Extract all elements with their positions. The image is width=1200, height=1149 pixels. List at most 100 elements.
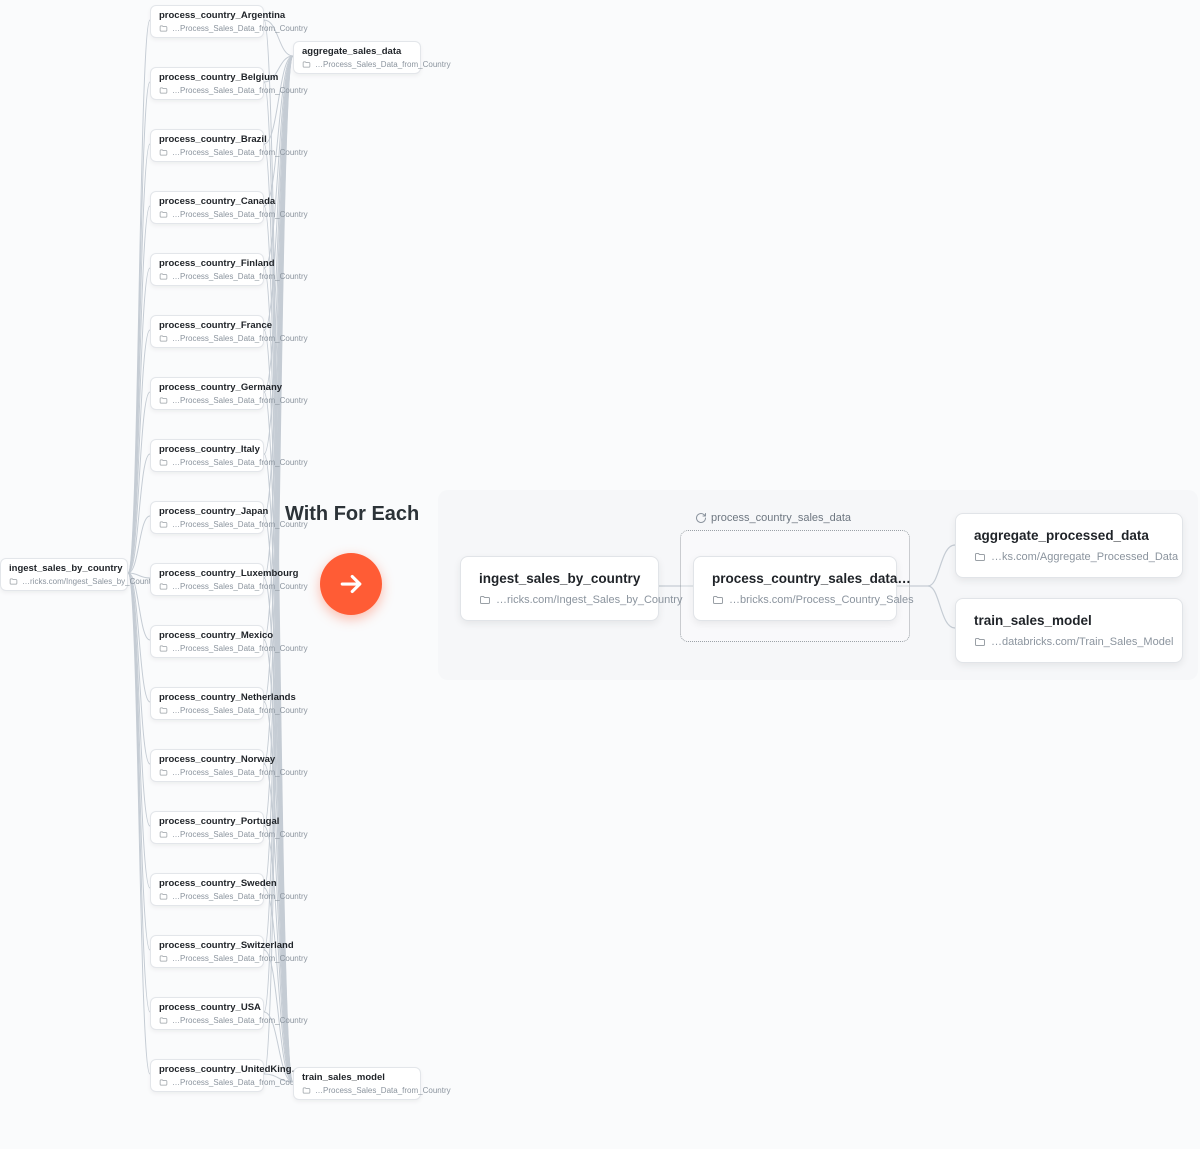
big-node-process[interactable]: process_country_sales_data… …bricks.com/… (693, 556, 897, 621)
node-country[interactable]: process_country_France…Process_Sales_Dat… (150, 315, 264, 348)
arrow-transform-icon (320, 553, 382, 615)
folder-icon (159, 334, 168, 343)
folder-icon (159, 1016, 168, 1025)
node-title: aggregate_sales_data (302, 46, 412, 57)
folder-icon (159, 644, 168, 653)
node-train[interactable]: train_sales_model …Process_Sales_Data_fr… (293, 1067, 421, 1100)
node-sub: …Process_Sales_Data_from_Country (172, 210, 308, 219)
folder-icon (159, 1078, 168, 1087)
node-sub: …Process_Sales_Data_from_Country (315, 1086, 451, 1095)
headline: With For Each (285, 503, 419, 526)
folder-icon (159, 210, 168, 219)
node-country[interactable]: process_country_Finland…Process_Sales_Da… (150, 253, 264, 286)
folder-icon (159, 706, 168, 715)
node-country[interactable]: process_country_Canada…Process_Sales_Dat… (150, 191, 264, 224)
node-title: process_country_Germany (159, 382, 255, 393)
node-country[interactable]: process_country_Portugal…Process_Sales_D… (150, 811, 264, 844)
node-country[interactable]: process_country_Belgium…Process_Sales_Da… (150, 67, 264, 100)
node-title: process_country_Brazil (159, 134, 255, 145)
node-title: process_country_Belgium (159, 72, 255, 83)
node-sub: …Process_Sales_Data_from_Country (172, 334, 308, 343)
node-sub: …Process_Sales_Data_from_Country (172, 24, 308, 33)
node-aggregate[interactable]: aggregate_sales_data …Process_Sales_Data… (293, 41, 421, 74)
node-title: process_country_Italy (159, 444, 255, 455)
node-country[interactable]: process_country_Japan…Process_Sales_Data… (150, 501, 264, 534)
folder-icon (159, 954, 168, 963)
node-country[interactable]: process_country_Germany…Process_Sales_Da… (150, 377, 264, 410)
node-title: process_country_France (159, 320, 255, 331)
folder-icon (712, 594, 724, 606)
node-sub: …Process_Sales_Data_from_Country (172, 148, 308, 157)
node-title: ingest_sales_by_country (9, 563, 119, 574)
folder-icon (159, 830, 168, 839)
for-each-label-text: process_country_sales_data (711, 512, 851, 524)
folder-icon (302, 1086, 311, 1095)
node-title: process_country_Canada (159, 196, 255, 207)
big-node-train[interactable]: train_sales_model …databricks.com/Train_… (955, 598, 1183, 663)
node-sub: …Process_Sales_Data_from_Country (315, 60, 451, 69)
node-title: process_country_Luxembourg (159, 568, 255, 579)
node-sub: …Process_Sales_Data_from_Country (172, 768, 308, 777)
node-title: train_sales_model (302, 1072, 412, 1083)
node-ingest-root[interactable]: ingest_sales_by_country …ricks.com/Inges… (0, 558, 128, 591)
folder-icon (159, 458, 168, 467)
folder-icon (159, 24, 168, 33)
for-each-label: process_country_sales_data (695, 512, 851, 524)
loop-icon (695, 512, 707, 524)
node-country[interactable]: process_country_Brazil…Process_Sales_Dat… (150, 129, 264, 162)
node-sub: …Process_Sales_Data_from_Country (172, 1016, 308, 1025)
node-title: process_country_Portugal (159, 816, 255, 827)
node-country[interactable]: process_country_Mexico…Process_Sales_Dat… (150, 625, 264, 658)
big-node-ingest[interactable]: ingest_sales_by_country …ricks.com/Inges… (460, 556, 659, 621)
node-sub: …Process_Sales_Data_from_Country (172, 396, 308, 405)
folder-icon (479, 594, 491, 606)
node-title: process_country_Netherlands (159, 692, 255, 703)
node-sub: …Process_Sales_Data_from_Country (172, 272, 308, 281)
node-country[interactable]: process_country_Switzerland…Process_Sale… (150, 935, 264, 968)
node-title: process_country_Mexico (159, 630, 255, 641)
node-title: train_sales_model (974, 613, 1164, 628)
folder-icon (159, 86, 168, 95)
node-sub: …Process_Sales_Data_from_Country (172, 830, 308, 839)
folder-icon (974, 551, 986, 563)
node-sub: …databricks.com/Train_Sales_Model (991, 636, 1173, 648)
folder-icon (302, 60, 311, 69)
node-country[interactable]: process_country_Italy…Process_Sales_Data… (150, 439, 264, 472)
node-sub: …ricks.com/Ingest_Sales_by_Country (496, 594, 682, 606)
folder-icon (159, 396, 168, 405)
node-sub: …ks.com/Aggregate_Processed_Data (991, 551, 1178, 563)
node-sub: …Process_Sales_Data_from_Country (172, 892, 308, 901)
node-country[interactable]: process_country_Luxembourg…Process_Sales… (150, 563, 264, 596)
node-country[interactable]: process_country_Sweden…Process_Sales_Dat… (150, 873, 264, 906)
folder-icon (9, 577, 18, 586)
folder-icon (159, 272, 168, 281)
node-title: process_country_Sweden (159, 878, 255, 889)
node-sub: …Process_Sales_Data_from_Country (172, 86, 308, 95)
node-title: process_country_sales_data… (712, 571, 878, 586)
node-title: ingest_sales_by_country (479, 571, 640, 586)
node-country[interactable]: process_country_UnitedKing……Process_Sale… (150, 1059, 264, 1092)
node-country[interactable]: process_country_USA…Process_Sales_Data_f… (150, 997, 264, 1030)
node-sub: …ricks.com/Ingest_Sales_by_Country (22, 577, 158, 586)
node-country[interactable]: process_country_Norway…Process_Sales_Dat… (150, 749, 264, 782)
node-title: process_country_USA (159, 1002, 255, 1013)
node-title: process_country_Japan (159, 506, 255, 517)
node-country[interactable]: process_country_Netherlands…Process_Sale… (150, 687, 264, 720)
node-title: process_country_UnitedKing… (159, 1064, 255, 1075)
node-country[interactable]: process_country_Argentina…Process_Sales_… (150, 5, 264, 38)
folder-icon (159, 768, 168, 777)
folder-icon (159, 520, 168, 529)
node-title: process_country_Argentina (159, 10, 255, 21)
node-title: aggregate_processed_data (974, 528, 1164, 543)
folder-icon (159, 892, 168, 901)
node-title: process_country_Norway (159, 754, 255, 765)
node-sub: …Process_Sales_Data_from_Country (172, 954, 308, 963)
big-node-aggregate[interactable]: aggregate_processed_data …ks.com/Aggrega… (955, 513, 1183, 578)
node-sub: …Process_Sales_Data_from_Country (172, 706, 308, 715)
folder-icon (159, 148, 168, 157)
node-sub: …Process_Sales_Data_from_Country (172, 458, 308, 467)
folder-icon (159, 582, 168, 591)
node-sub: …bricks.com/Process_Country_Sales (729, 594, 914, 606)
node-sub: …Process_Sales_Data_from_Country (172, 1078, 308, 1087)
folder-icon (974, 636, 986, 648)
